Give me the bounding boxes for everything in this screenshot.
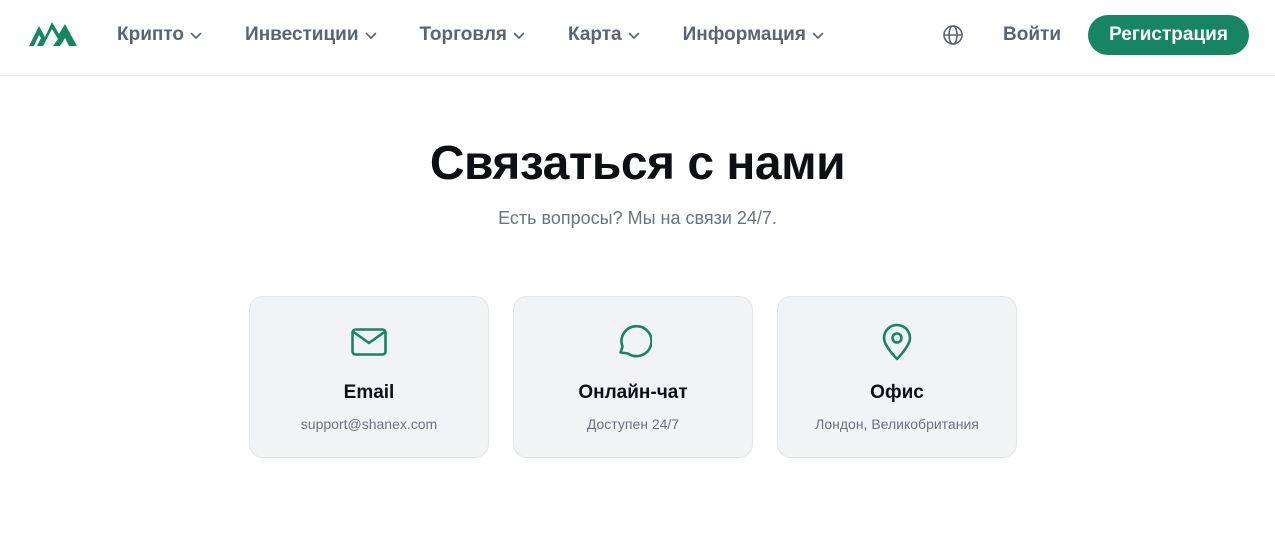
contact-card-title: Офис [870,382,924,403]
nav-item-label: Крипто [117,24,185,45]
chevron-down-icon [812,32,824,39]
contact-card-office[interactable]: Офис Лондон, Великобритания [777,296,1017,458]
contact-card-text: support@shanex.com [300,416,438,432]
contact-card-text: Доступен 24/7 [586,416,680,432]
mountains-logo-icon[interactable] [28,18,78,48]
contact-card-chat[interactable]: Онлайн-чат Доступен 24/7 [513,296,753,458]
map-pin-icon [882,323,912,361]
chevron-down-icon [513,32,525,39]
main-nav: Крипто Инвестиции Торговля Карта Информа… [117,0,867,70]
contact-card-title: Email [343,382,395,403]
nav-item-info[interactable]: Информация [683,15,824,55]
site-header: Крипто Инвестиции Торговля Карта Информа… [0,0,1275,76]
nav-item-investments[interactable]: Инвестиции [245,15,376,55]
nav-item-trading[interactable]: Торговля [420,15,525,55]
chat-bubble-icon [619,324,652,358]
nav-item-label: Инвестиции [245,24,359,45]
page-subtitle: Есть вопросы? Мы на связи 24/7. [498,208,777,228]
nav-item-label: Информация [682,24,806,45]
page-title: Связаться с нами [429,137,846,190]
contact-card-text: Лондон, Великобритания [815,416,979,432]
globe-icon[interactable] [942,24,964,46]
contact-card-title: Онлайн-чат [578,382,688,403]
nav-item-label: Карта [568,24,622,45]
chevron-down-icon [190,32,202,39]
contact-card-email[interactable]: Email support@shanex.com [249,296,489,458]
nav-item-card[interactable]: Карта [568,15,640,55]
contact-cards: Email support@shanex.com Онлайн-чат Дост… [249,296,1017,458]
register-button[interactable]: Регистрация [1088,15,1249,55]
mail-icon [351,328,387,356]
login-link[interactable]: Войти [1003,22,1061,48]
chevron-down-icon [628,32,639,39]
nav-item-label: Торговля [419,24,507,45]
nav-item-crypto[interactable]: Крипто [117,15,202,55]
chevron-down-icon [365,32,376,39]
